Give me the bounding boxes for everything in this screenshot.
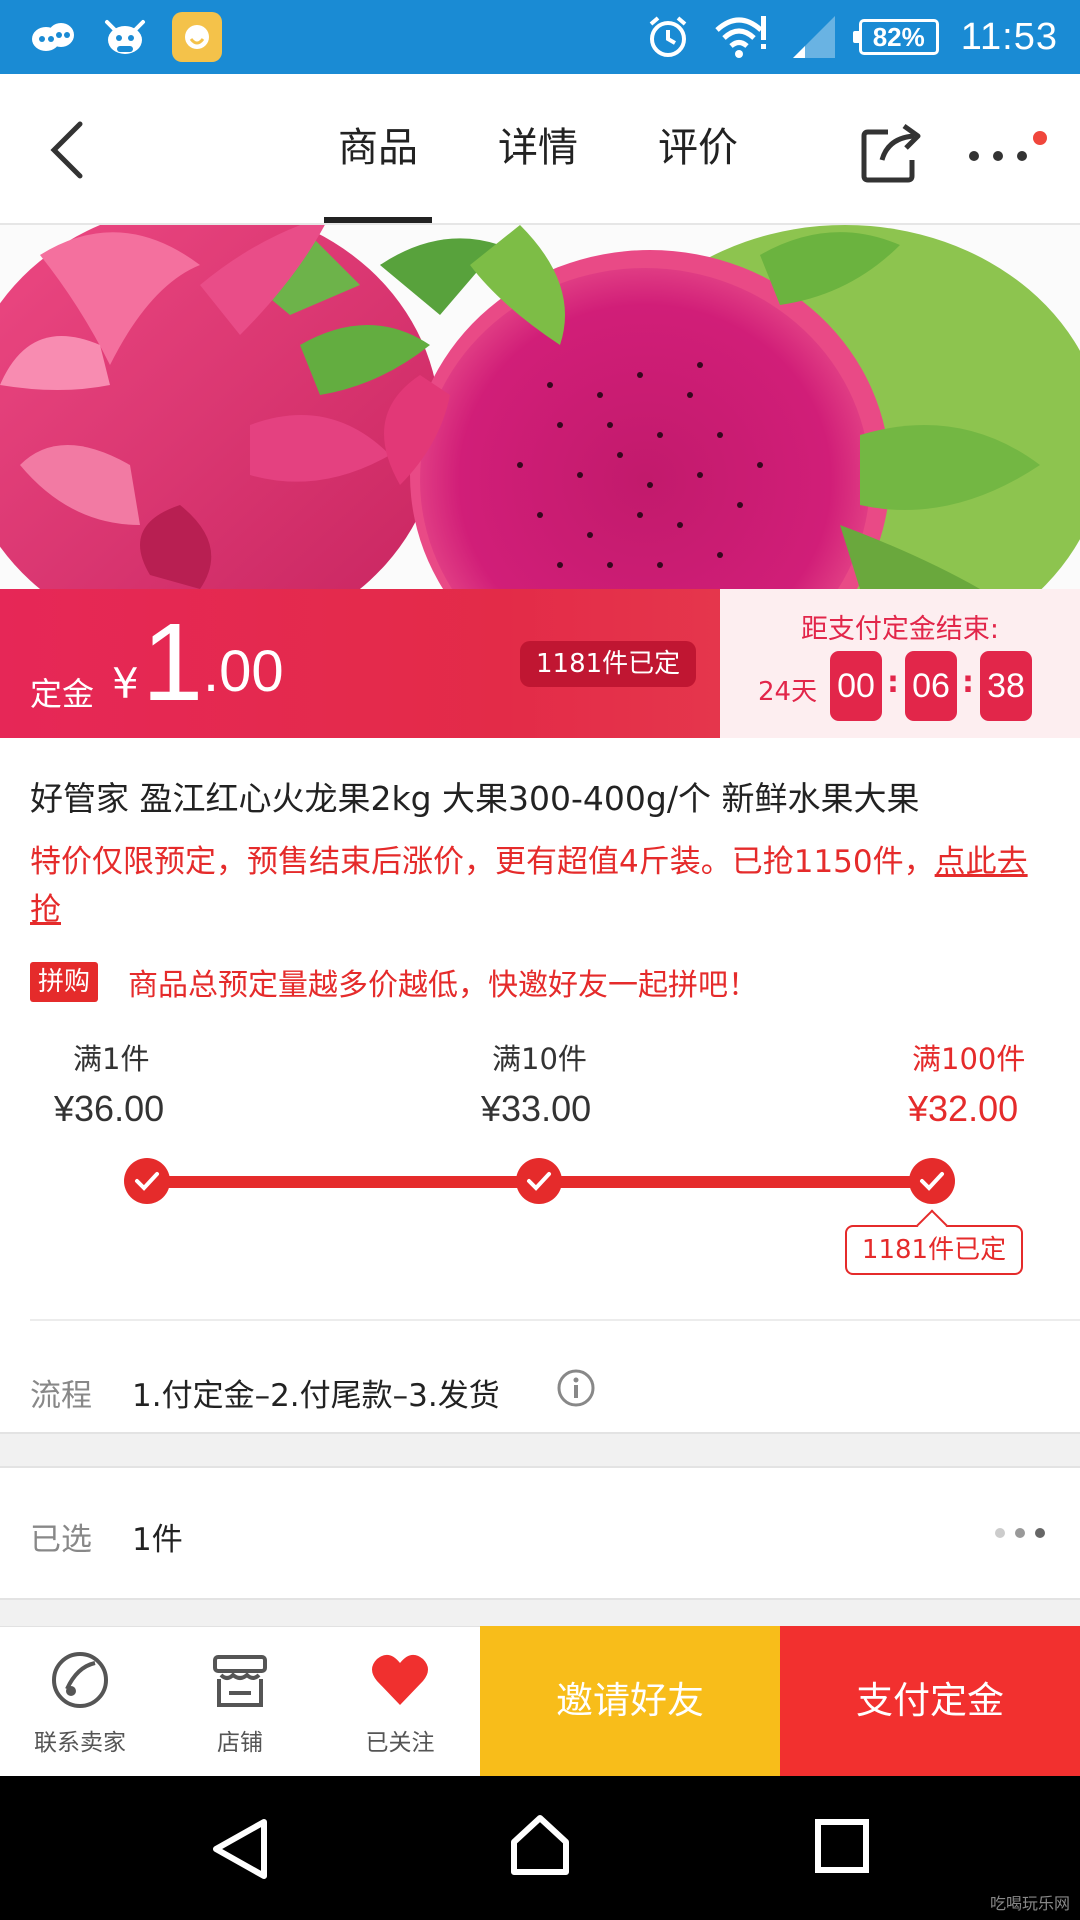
battery-indicator: 82% [852, 19, 939, 55]
app-notification-icon-3 [172, 12, 222, 62]
booked-count-badge: 1181件已定 [520, 641, 697, 687]
price-decimal: .00 [203, 639, 284, 704]
currency-symbol: ¥ [112, 659, 139, 708]
section-gap [0, 1432, 1080, 1468]
section-gap [0, 1598, 1080, 1626]
countdown-separator: : [962, 665, 974, 700]
heart-icon [372, 1654, 428, 1705]
app-notification-icon-1 [28, 12, 78, 62]
system-back-icon[interactable] [210, 1818, 270, 1880]
signal-icon [792, 16, 835, 58]
alarm-icon [649, 16, 687, 57]
group-buy-tag: 拼购 [30, 962, 99, 1002]
contact-seller-label: 联系卖家 [34, 1730, 126, 1756]
flow-label: 流程 [30, 1378, 92, 1414]
group-buy-text: 商品总预定量越多价越低，快邀好友一起拼吧！ [128, 968, 759, 1003]
product-image[interactable] [0, 225, 1080, 589]
price-integer: 1 [142, 601, 204, 724]
follow-label: 已关注 [365, 1730, 435, 1756]
system-recents-icon[interactable] [814, 1818, 870, 1874]
wifi-icon [715, 16, 766, 58]
tier-3-check-icon [909, 1158, 955, 1204]
promo-text: 特价仅限预定，预售结束后涨价，更有超值4斤装。已抢1150件，点此去抢 [30, 838, 1055, 934]
countdown-minutes: 06 [905, 651, 957, 721]
tier-2-label: 满10件 [492, 1042, 587, 1076]
tier-1-label: 满1件 [73, 1042, 150, 1076]
chat-icon [52, 1652, 108, 1708]
system-navigation-bar: 吃喝玩乐网 [0, 1776, 1080, 1920]
store-button[interactable]: 店铺 [160, 1627, 320, 1777]
flow-value: 1.付定金–2.付尾款–3.发货 [132, 1378, 500, 1414]
selected-label: 已选 [30, 1522, 92, 1558]
share-icon[interactable] [858, 120, 924, 186]
deposit-label: 定金 [30, 675, 95, 713]
contact-seller-button[interactable]: 联系卖家 [0, 1627, 160, 1777]
watermark: 吃喝玩乐网 [989, 1894, 1070, 1913]
countdown-panel: 距支付定金结束: 24天 00 : 06 : 38 [720, 589, 1080, 738]
store-label: 店铺 [217, 1730, 263, 1756]
selected-value[interactable]: 1件 [132, 1514, 183, 1559]
info-icon[interactable] [556, 1368, 596, 1408]
tier-booked-bubble: 1181件已定 [845, 1225, 1023, 1275]
tab-product[interactable]: 商品 [320, 74, 436, 223]
top-navigation: 商品 详情 评价 [0, 74, 1080, 225]
countdown-hours: 00 [830, 651, 882, 721]
follow-button[interactable]: 已关注 [320, 1627, 480, 1777]
status-bar: 82% 11:53 [0, 0, 1080, 74]
pay-deposit-button[interactable]: 支付定金 [780, 1626, 1080, 1776]
system-home-icon[interactable] [508, 1812, 572, 1878]
app-notification-icon-2 [100, 12, 150, 62]
countdown-seconds: 38 [980, 651, 1032, 721]
tab-details[interactable]: 详情 [480, 74, 596, 223]
tier-2-check-icon [516, 1158, 562, 1204]
tier-1-check-icon [124, 1158, 170, 1204]
group-buy-row: 拼购 商品总预定量越多价越低，快邀好友一起拼吧！ [30, 962, 759, 1003]
back-arrow-icon[interactable] [30, 110, 110, 190]
more-options-icon[interactable] [990, 1526, 1050, 1540]
divider [30, 1319, 1080, 1321]
invite-friends-button[interactable]: 邀请好友 [480, 1626, 780, 1776]
store-icon [213, 1655, 267, 1707]
tab-reviews[interactable]: 评价 [640, 74, 756, 223]
countdown-days: 24天 [758, 677, 818, 707]
promo-message: 特价仅限预定，预售结束后涨价，更有超值4斤装。已抢1150件， [30, 844, 935, 880]
price-banner: 定金 ¥ 1 .00 1181件已定 [0, 589, 720, 738]
countdown-separator: : [887, 665, 899, 700]
tier-3-price: ¥32.00 [908, 1088, 1019, 1129]
more-menu-icon[interactable] [960, 130, 1050, 180]
tier-2-price: ¥33.00 [481, 1088, 592, 1129]
clock: 11:53 [960, 15, 1058, 58]
countdown-title: 距支付定金结束: [800, 614, 1000, 645]
tier-1-price: ¥36.00 [54, 1088, 165, 1129]
tier-3-label: 满100件 [912, 1042, 1026, 1076]
product-title: 好管家 盈江红心火龙果2kg 大果300-400g/个 新鲜水果大果 [30, 779, 920, 818]
